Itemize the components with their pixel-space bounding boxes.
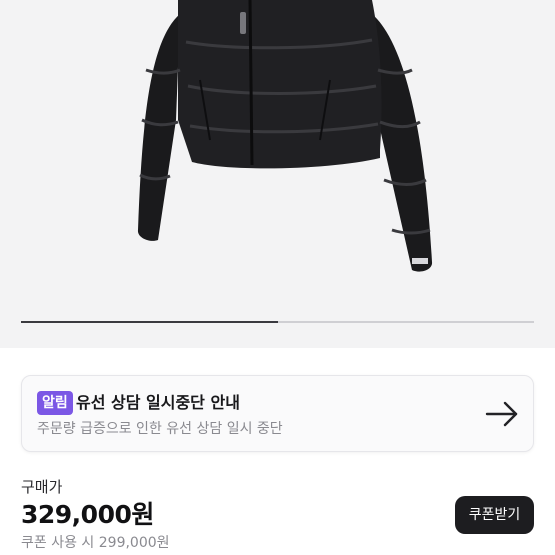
product-price: 329,000원 [21, 500, 154, 529]
notice-subtitle: 주문량 급증으로 인한 유선 상담 일시 중단 [37, 421, 283, 437]
coupon-price-text: 쿠폰 사용 시 299,000원 [21, 535, 170, 551]
product-image-area[interactable] [0, 0, 555, 348]
notice-title: 유선 상담 일시중단 안내 [76, 393, 240, 412]
get-coupon-button[interactable]: 쿠폰받기 [455, 496, 534, 534]
carousel-progress-fill [21, 321, 278, 323]
carousel-progress-track[interactable] [21, 321, 534, 323]
arrow-right-icon[interactable] [485, 397, 519, 431]
price-label: 구매가 [21, 478, 63, 496]
notice-badge: 알림 [37, 391, 73, 415]
notice-card[interactable]: 알림 유선 상담 일시중단 안내 주문량 급증으로 인한 유선 상담 일시 중단 [21, 375, 534, 452]
product-image[interactable] [0, 0, 555, 348]
